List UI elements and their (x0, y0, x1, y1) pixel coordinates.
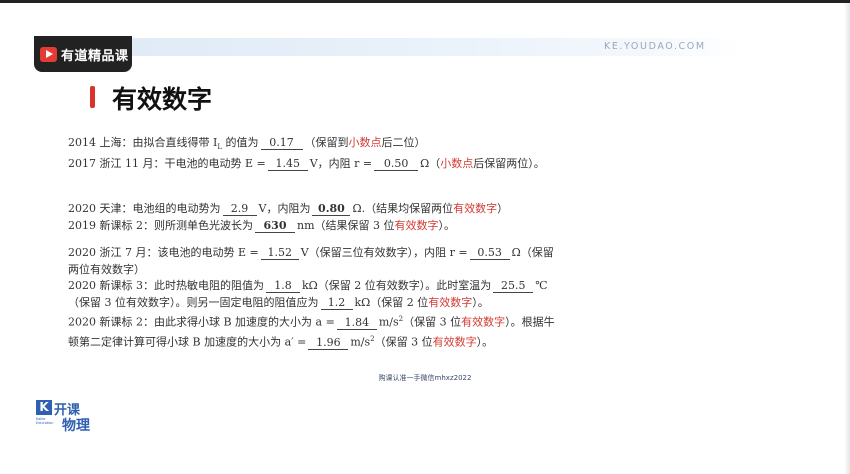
line-2020-tianjin: 2020 天津：电池组的电动势为 2.9 V，内阻为 0.80 Ω.（结果均保留两位有效… (68, 201, 508, 218)
text: 2020 新课标 3：此时热敏电阻的阻值为 (68, 279, 264, 292)
text: m/s (350, 335, 371, 349)
text: V（保留三位有效数字），内阻 r = (300, 246, 468, 259)
text: 2017 浙江 11 月：干电池的电动势 E = (68, 156, 266, 170)
answer-value: 1.52 (260, 246, 299, 260)
text: 2020 新课标 2：由此求得小球 B 加速度的大小为 a = (68, 315, 335, 329)
line-2017-zhejiang: 2017 浙江 11 月：干电池的电动势 E = 1.45 V，内阻 r = 0.50… (68, 156, 545, 173)
highlight-text: 小数点 (440, 156, 474, 170)
answer-value: 0.50 (374, 157, 419, 171)
answer-value: 1.96 (308, 336, 349, 350)
text: ）。 (438, 218, 456, 232)
logo-bottom-text: 物理 (62, 418, 90, 434)
brand-logo: 有道精品课 (34, 36, 132, 72)
line-2020-national-3-cont: （保留 3 位有效数字）。则另一固定电阻的阻值应为 1.2 kΩ（保留 2 位有效数… (68, 295, 555, 312)
answer-value: 1.45 (267, 157, 308, 171)
brand-label: 有道精品课 (61, 48, 129, 64)
line-2020-zhejiang: 2020 浙江 7 月：该电池的电动势 E = 1.52 V（保留三位有效数字），内… (68, 245, 555, 262)
highlight-text: 有效数字 (428, 295, 473, 309)
highlight-text: 小数点 (348, 136, 382, 149)
text-block-1: 2014 上海：由拟合直线得带 IL 的值为 0.17 （保留到小数点后二位） 20… (68, 135, 545, 172)
answer-value: 0.80 (312, 202, 351, 216)
text: V，内阻为 (258, 202, 311, 215)
highlight-text: 有效数字 (461, 315, 506, 329)
text-block-3: 2020 浙江 7 月：该电池的电动势 E = 1.52 V（保留三位有效数字），内… (68, 245, 555, 351)
highlight-text: 有效数字 (453, 202, 498, 215)
answer-value: 25.5 (493, 279, 534, 293)
answer-value: 2.9 (222, 202, 257, 216)
highlight-text: 有效数字 (394, 218, 439, 232)
answer-value: 630 (255, 219, 295, 233)
text: 2020 天津：电池组的电动势为 (68, 202, 221, 215)
answer-value: 0.53 (469, 246, 510, 260)
text: V，内阻 r = (309, 156, 373, 170)
top-edge-strip (0, 0, 850, 3)
text: 的值为 (222, 136, 259, 149)
text: 两位有效数字） (68, 262, 145, 276)
text: 顿第二定律计算可得小球 B 加速度的大小为 a′ = (68, 335, 307, 349)
text: Ω（保留 (511, 246, 554, 259)
play-icon (40, 46, 57, 62)
site-url: KE.YOUDAO.COM (604, 41, 706, 52)
text: m/s (378, 315, 399, 329)
text: （保留到 (304, 136, 349, 149)
text: ）。 (476, 335, 494, 349)
text: kΩ（保留 2 位 (354, 295, 429, 309)
answer-value: 0.17 (260, 136, 303, 150)
title-accent-bar (90, 86, 95, 108)
text: 2014 上海：由拟合直线得带 I (68, 136, 218, 149)
line-2020-national-3: 2020 新课标 3：此时热敏电阻的阻值为 1.8 kΩ（保留 2 位有效数字）。此… (68, 278, 555, 295)
text: 2020 浙江 7 月：该电池的电动势 E = (68, 246, 259, 259)
text: 后二位） (381, 136, 426, 149)
line-2020-national-2: 2020 新课标 2：由此求得小球 B 加速度的大小为 a = 1.84 m/s2（… (68, 311, 555, 331)
line-2020-zhejiang-cont: 两位有效数字） (68, 262, 555, 279)
line-2019-national-2: 2019 新课标 2：则所测单色光波长为 630 nm（结果保留 3 位有效数字）。 (68, 218, 508, 235)
text: Ω（ (420, 156, 441, 170)
text: ） (497, 202, 509, 215)
answer-value: 1.8 (266, 279, 300, 293)
answer-value: 1.2 (320, 296, 353, 310)
highlight-text: 有效数字 (432, 335, 477, 349)
text: （保留 3 位有效数字）。则另一固定电阻的阻值应为 (68, 295, 319, 309)
page-title: 有效数字 (112, 85, 213, 114)
text: 2019 新课标 2：则所测单色光波长为 (68, 218, 253, 232)
answer-value: 1.84 (336, 316, 377, 330)
watermark-text: 购课认准一手微信mhxz2022 (378, 374, 472, 382)
line-2014-shanghai: 2014 上海：由拟合直线得带 IL 的值为 0.17 （保留到小数点后二位） (68, 135, 545, 156)
k-logo-icon: K (36, 400, 52, 415)
text: 后保留两位）。 (473, 156, 545, 170)
text: ）。根据牛 (505, 315, 555, 329)
line-2020-national-2-cont: 顿第二定律计算可得小球 B 加速度的大小为 a′ = 1.96 m/s2（保留 3 … (68, 331, 555, 351)
text: Ω.（结果均保留两位 (352, 202, 454, 215)
text: ℃ (535, 279, 548, 292)
text: （保留 3 位 (374, 335, 433, 349)
kaike-logo: K 开课 Kaike Education 物理 (36, 400, 106, 436)
logo-small-text: Kaike Education (36, 417, 54, 425)
text: （保留 3 位 (403, 315, 462, 329)
text: kΩ（保留 2 位有效数字）。此时室温为 (302, 279, 492, 292)
right-edge-shadow (844, 3, 850, 474)
text-block-2: 2020 天津：电池组的电动势为 2.9 V，内阻为 0.80 Ω.（结果均保留两位有效… (68, 201, 508, 234)
text: ）。 (472, 295, 489, 309)
text: nm（结果保留 3 位 (297, 218, 395, 232)
